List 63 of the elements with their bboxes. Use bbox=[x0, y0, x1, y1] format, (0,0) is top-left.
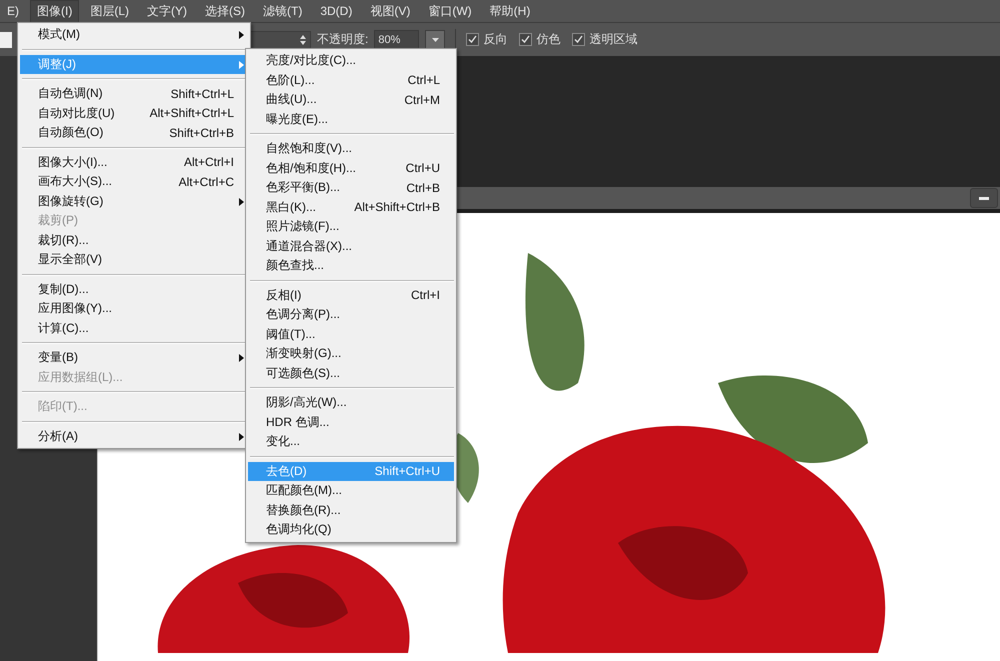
menu-item[interactable]: 色相/饱和度(H)... Ctrl+U bbox=[248, 158, 454, 178]
menu-item[interactable]: 渐变映射(G)... bbox=[248, 344, 454, 364]
caret-icon bbox=[432, 38, 439, 42]
minimize-icon bbox=[979, 196, 989, 200]
menu-item[interactable]: 图像大小(I)... Alt+Ctrl+I bbox=[20, 152, 248, 172]
menu-item[interactable]: 反相(I) Ctrl+I bbox=[248, 286, 454, 305]
checkbox[interactable] bbox=[466, 33, 480, 46]
menu-title[interactable]: 滤镜(T) bbox=[256, 0, 310, 22]
opacity-field[interactable]: 80% bbox=[374, 30, 420, 50]
checkbox-label: 反向 bbox=[483, 31, 508, 48]
up-down-caret-icon bbox=[300, 34, 306, 44]
menu-item[interactable]: 色彩平衡(B)... Ctrl+B bbox=[248, 178, 454, 198]
menu-item[interactable]: HDR 色调... bbox=[248, 412, 454, 432]
menu-item[interactable]: 色调均化(Q) bbox=[248, 520, 454, 540]
menu-item[interactable]: 黑白(K)... Alt+Shift+Ctrl+B bbox=[248, 198, 454, 217]
menu-item[interactable]: 复制(D)... bbox=[20, 280, 248, 299]
menu-title[interactable]: 选择(S) bbox=[198, 0, 252, 22]
menu-title[interactable]: 3D(D) bbox=[313, 1, 360, 21]
menu-item[interactable]: 曝光度(E)... bbox=[248, 110, 454, 129]
menu-item[interactable]: 分析(A) bbox=[20, 426, 248, 446]
menu-item[interactable]: 自动色调(N) Shift+Ctrl+L bbox=[20, 84, 248, 104]
menu-item[interactable]: 照片滤镜(F)... bbox=[248, 217, 454, 236]
menu-item[interactable]: 图像旋转(G) bbox=[20, 192, 248, 211]
menu-item[interactable]: 变化... bbox=[248, 432, 454, 452]
minimize-button[interactable] bbox=[970, 188, 998, 208]
checkmark-icon bbox=[521, 35, 530, 44]
menu-title[interactable]: 窗口(W) bbox=[421, 0, 479, 22]
menu-title[interactable]: 帮助(H) bbox=[482, 0, 538, 22]
menu-item[interactable]: 颜色查找... bbox=[248, 256, 454, 276]
menu-item[interactable]: 阈值(T)... bbox=[248, 324, 454, 344]
menu-item[interactable]: 通道混合器(X)... bbox=[248, 236, 454, 256]
menu-title[interactable]: E) bbox=[0, 1, 26, 21]
menu-item[interactable]: 匹配颜色(M)... bbox=[248, 481, 454, 500]
dropdown-button[interactable] bbox=[425, 30, 446, 50]
menu-item[interactable]: 阴影/高光(W)... bbox=[248, 393, 454, 412]
checkbox-label: 透明区域 bbox=[589, 31, 638, 48]
menu-item[interactable]: 变量(B) bbox=[20, 348, 248, 368]
menu-item[interactable]: 应用图像(Y)... bbox=[20, 299, 248, 318]
menu-item[interactable]: 色调分离(P)... bbox=[248, 305, 454, 324]
checkbox[interactable] bbox=[572, 33, 586, 46]
menu-item[interactable]: 计算(C)... bbox=[20, 318, 248, 338]
checkbox-label: 仿色 bbox=[536, 31, 560, 48]
menu-item[interactable]: 裁切(R)... bbox=[20, 230, 248, 250]
checkbox[interactable] bbox=[519, 33, 532, 46]
menu-title[interactable]: 文字(Y) bbox=[140, 0, 194, 22]
checkmark-icon bbox=[468, 35, 478, 44]
menu-item[interactable]: 自动颜色(O) Shift+Ctrl+B bbox=[20, 123, 248, 142]
menu-title[interactable]: 图层(L) bbox=[83, 0, 136, 22]
menu-item[interactable]: 可选颜色(S)... bbox=[248, 364, 454, 383]
checkmark-icon bbox=[574, 35, 584, 44]
menu-item[interactable]: 替换颜色(R)... bbox=[248, 500, 454, 520]
menu-title[interactable]: 视图(V) bbox=[363, 0, 418, 22]
menu-item[interactable]: 亮度/对比度(C)... bbox=[248, 51, 454, 70]
menu-title[interactable]: 图像(I) bbox=[30, 0, 80, 22]
menu-item[interactable]: 自动对比度(U) Alt+Shift+Ctrl+L bbox=[20, 104, 248, 123]
menu-item[interactable]: 色阶(L)... Ctrl+L bbox=[248, 70, 454, 90]
menu-item[interactable]: 画布大小(S)... Alt+Ctrl+C bbox=[20, 172, 248, 192]
menu-item[interactable]: 曲线(U)... Ctrl+M bbox=[248, 90, 454, 110]
opacity-label: 不透明度: bbox=[317, 31, 368, 48]
menu-item[interactable]: 自然饱和度(V)... bbox=[248, 139, 454, 158]
menu-item[interactable]: 模式(M) bbox=[20, 25, 248, 44]
menu-item[interactable]: 显示全部(V) bbox=[20, 250, 248, 270]
input-field[interactable] bbox=[0, 32, 12, 48]
